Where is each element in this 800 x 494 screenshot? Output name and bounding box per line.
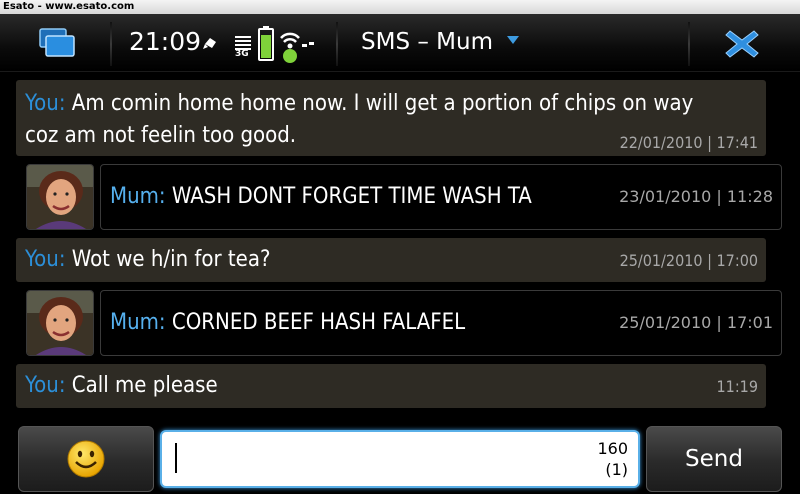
contact-photo	[27, 291, 93, 355]
smiley-button[interactable]	[18, 426, 154, 492]
message-timestamp: 11:19	[716, 377, 758, 396]
sender-label: You:	[25, 91, 66, 116]
close-button[interactable]	[722, 26, 762, 62]
clock: 21:09	[129, 27, 202, 56]
sender-label: You:	[25, 247, 66, 272]
message-text: CORNED BEEF HASH FALAFEL	[165, 310, 466, 335]
message-count: (1)	[605, 460, 628, 479]
message-timestamp: 23/01/2010 | 11:28	[619, 187, 773, 206]
status-icons: 3G	[202, 24, 322, 64]
composer-bar: 160 (1) Send	[0, 420, 800, 494]
message-text: Wot we h/in for tea?	[65, 247, 271, 272]
conversation-title: SMS – Mum	[361, 29, 493, 55]
network-type-label: 3G	[235, 49, 249, 59]
outgoing-message[interactable]: You: Am comin home home now. I will get …	[16, 80, 766, 156]
task-switcher-icon	[39, 28, 75, 57]
divider	[336, 22, 338, 66]
outgoing-message[interactable]: You: Wot we h/in for tea? 25/01/2010 | 1…	[16, 238, 766, 282]
character-counter: 160 (1)	[597, 438, 628, 480]
smiley-icon	[67, 440, 105, 478]
text-caret	[175, 443, 177, 473]
watermark-bar: Esato - www.esato.com	[0, 0, 800, 14]
contact-avatar[interactable]	[26, 164, 94, 230]
message-input[interactable]: 160 (1)	[160, 430, 640, 488]
sender-label: You:	[25, 373, 66, 398]
divider	[110, 22, 112, 66]
characters-remaining: 160	[597, 439, 628, 458]
message-thread[interactable]: You: Am comin home home now. I will get …	[0, 72, 800, 416]
divider	[688, 22, 690, 66]
sender-label: Mum:	[110, 310, 166, 335]
status-bar: 21:09 3G SMS – Mum	[0, 14, 800, 72]
close-icon	[725, 30, 759, 58]
message-text: Am comin home home now. I will get a por…	[65, 91, 694, 116]
task-switcher-button[interactable]	[30, 24, 84, 62]
conversation-title-menu[interactable]: SMS – Mum	[361, 27, 520, 57]
watermark-text: Esato - www.esato.com	[3, 1, 135, 12]
message-text: WASH DONT FORGET TIME WASH TA	[165, 184, 532, 209]
message-timestamp: 25/01/2010 | 17:01	[619, 313, 773, 332]
send-button[interactable]: Send	[646, 426, 782, 492]
message-timestamp: 25/01/2010 | 17:00	[619, 251, 758, 270]
outgoing-message[interactable]: You: Call me please 11:19	[16, 364, 766, 408]
contact-photo	[27, 165, 93, 229]
chevron-down-icon	[507, 36, 520, 44]
message-text: Call me please	[65, 373, 218, 398]
contact-avatar[interactable]	[26, 290, 94, 356]
message-timestamp: 22/01/2010 | 17:41	[619, 133, 758, 152]
message-text-line-2: coz am not feelin too good.	[25, 123, 297, 148]
incoming-message[interactable]: Mum: WASH DONT FORGET TIME WASH TA 23/01…	[100, 164, 782, 230]
incoming-message[interactable]: Mum: CORNED BEEF HASH FALAFEL 25/01/2010…	[100, 290, 782, 356]
wlan-connected-icon	[280, 32, 314, 63]
sender-label: Mum:	[110, 184, 166, 209]
battery-icon	[258, 26, 274, 61]
